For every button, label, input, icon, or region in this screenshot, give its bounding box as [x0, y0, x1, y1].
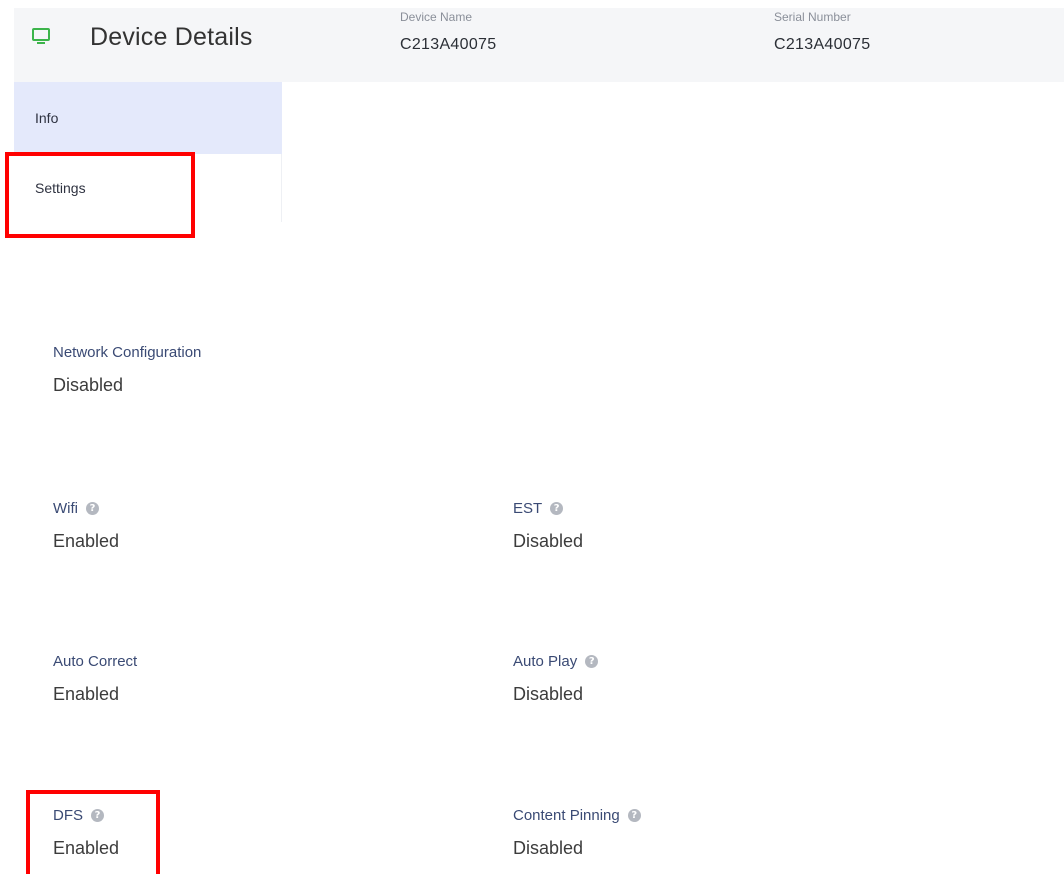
auto-play-label: Auto Play ?	[513, 653, 599, 670]
dfs-label: DFS ?	[53, 807, 119, 824]
serial-number-label: Serial Number	[774, 10, 851, 24]
help-icon[interactable]: ?	[585, 655, 599, 668]
wifi-label-text: Wifi	[53, 500, 78, 517]
help-icon[interactable]: ?	[550, 502, 564, 515]
help-icon[interactable]: ?	[91, 809, 104, 822]
serial-number-value: C213A40075	[774, 36, 871, 53]
est-label: EST ?	[513, 500, 583, 517]
device-details-page: Device Details Device Name C213A40075 Se…	[0, 0, 1064, 874]
device-name-field: Device Name C213A40075	[400, 10, 496, 54]
content-pinning-label-text: Content Pinning	[513, 807, 620, 824]
auto-play-setting: Auto Play ? Disabled	[513, 653, 599, 705]
network-configuration-value: Disabled	[53, 375, 124, 395]
dfs-label-text: DFS	[53, 807, 83, 824]
help-icon[interactable]: ?	[86, 502, 99, 515]
dfs-value: Enabled	[53, 838, 120, 858]
wifi-value: Enabled	[53, 531, 120, 551]
auto-correct-label-text: Auto Correct	[53, 653, 138, 670]
device-name-label: Device Name	[400, 10, 473, 24]
help-icon[interactable]: ?	[627, 809, 641, 822]
serial-number-field: Serial Number C213A40075	[774, 10, 870, 54]
network-configuration-label-text: Network Configuration	[53, 344, 202, 361]
monitor-icon	[32, 28, 50, 44]
auto-play-label-text: Auto Play	[513, 653, 578, 670]
auto-correct-setting: Auto Correct Enabled	[53, 653, 137, 705]
wifi-setting: Wifi ? Enabled	[53, 500, 119, 552]
auto-play-value: Disabled	[513, 684, 584, 704]
content-pinning-label: Content Pinning ?	[513, 807, 641, 824]
tab-settings[interactable]: Settings	[14, 154, 282, 222]
dfs-setting: DFS ? Enabled	[53, 807, 119, 859]
network-configuration-label: Network Configuration	[53, 344, 201, 361]
auto-correct-value: Enabled	[53, 684, 120, 704]
tab-info[interactable]: Info	[14, 82, 282, 154]
wifi-label: Wifi ?	[53, 500, 119, 517]
content-pinning-value: Disabled	[513, 838, 584, 858]
device-header: Device Details Device Name C213A40075 Se…	[14, 8, 1064, 82]
network-configuration-setting: Network Configuration Disabled	[53, 344, 201, 396]
page-title: Device Details	[90, 23, 253, 51]
device-name-value: C213A40075	[400, 36, 497, 53]
est-value: Disabled	[513, 531, 584, 551]
est-label-text: EST	[513, 500, 543, 517]
content-pinning-setting: Content Pinning ? Disabled	[513, 807, 641, 859]
est-setting: EST ? Disabled	[513, 500, 583, 552]
auto-correct-label: Auto Correct	[53, 653, 137, 670]
